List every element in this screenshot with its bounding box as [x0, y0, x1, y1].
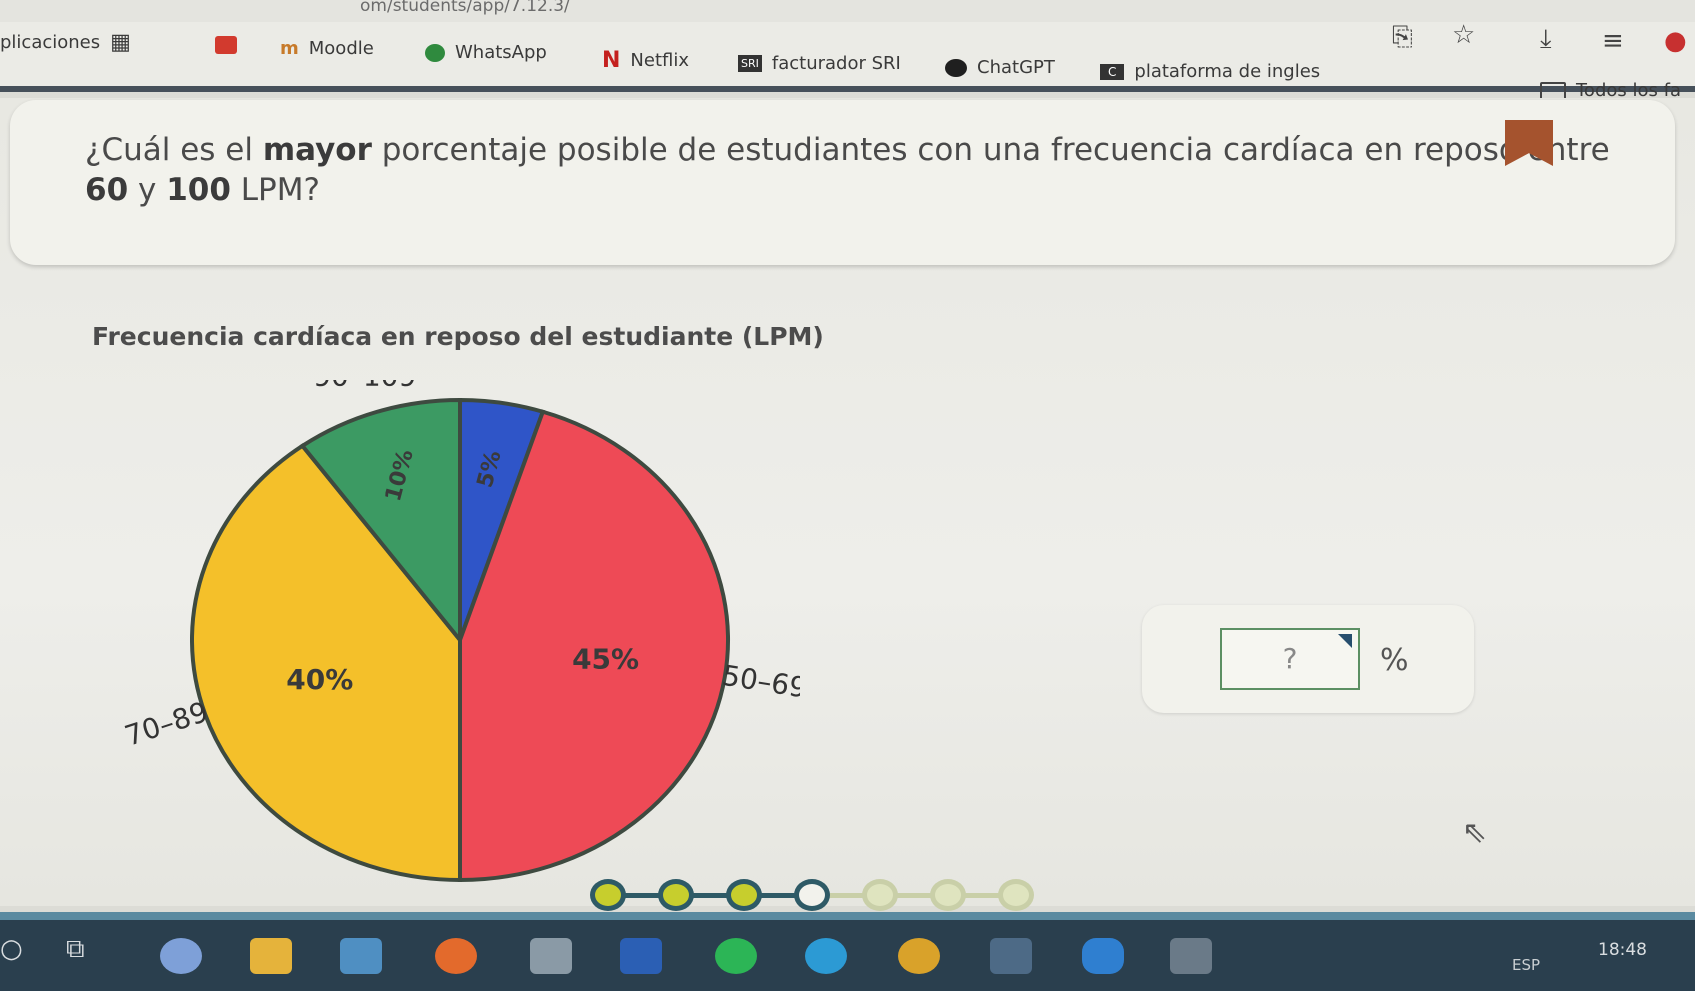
c-icon: C: [1100, 63, 1125, 80]
pie-chart: 5%30–4945%50–6940%70–8910%90–109: [121, 380, 800, 883]
star-icon[interactable]: ☆: [1452, 22, 1475, 48]
copilot-icon[interactable]: [160, 938, 202, 974]
word-icon[interactable]: [620, 938, 662, 974]
netflix-icon: N: [602, 48, 621, 73]
moodle-icon: m: [280, 38, 299, 59]
profile-icon[interactable]: ●: [1664, 28, 1687, 54]
folder-icon: [1540, 81, 1566, 100]
bookmark-netflix[interactable]: N Netflix: [602, 48, 689, 73]
mail-icon[interactable]: [340, 938, 382, 974]
file-explorer-icon[interactable]: [250, 938, 292, 974]
store-icon[interactable]: [990, 938, 1032, 974]
bookmark-apps[interactable]: plicaciones ▦: [0, 30, 131, 55]
bookmark-whatsapp[interactable]: WhatsApp: [425, 42, 547, 63]
calculator-icon[interactable]: [530, 938, 572, 974]
bookmark-moodle[interactable]: m Moodle: [280, 38, 374, 59]
bookmark-sri[interactable]: SRI facturador SRI: [738, 53, 901, 74]
question-card: ¿Cuál es el mayor porcentaje posible de …: [10, 100, 1675, 265]
pie-category-label-0: 30–49: [466, 380, 551, 382]
chatgpt-icon: [945, 58, 967, 77]
address-bar[interactable]: om/students/app/7.12.3/: [0, 0, 1695, 22]
chrome-icon[interactable]: [898, 938, 940, 974]
answer-card: ? %: [1142, 605, 1474, 713]
zoom-icon[interactable]: [1082, 938, 1124, 974]
url-text: om/students/app/7.12.3/: [360, 0, 570, 16]
mouse-cursor-icon: ⇖: [1462, 815, 1488, 850]
progress-step-3[interactable]: [726, 879, 762, 911]
progress-step-2[interactable]: [658, 879, 694, 911]
bookmarks-bar: plicaciones ▦ m Moodle WhatsApp N Netfli…: [0, 22, 1695, 101]
pie-category-label-1: 50–69: [720, 659, 800, 705]
apps-icon: ▦: [110, 30, 131, 55]
youtube-icon: [215, 36, 237, 54]
progress-step-1[interactable]: [590, 879, 626, 911]
bookmark-youtube[interactable]: [215, 36, 237, 54]
firefox-icon[interactable]: [435, 938, 477, 974]
question-text: ¿Cuál es el mayor porcentaje posible de …: [85, 132, 1610, 208]
progress-step-5[interactable]: [862, 879, 898, 911]
dropdown-corner-icon: [1338, 634, 1352, 648]
pie-value-label-1: 45%: [572, 643, 639, 676]
chart-title: Frecuencia cardíaca en reposo del estudi…: [92, 322, 824, 351]
translate-icon[interactable]: ⎘: [1392, 24, 1413, 50]
progress-step-6[interactable]: [930, 879, 966, 911]
sri-icon: SRI: [738, 55, 762, 72]
download-icon[interactable]: ⤓: [1540, 26, 1552, 52]
pie-category-label-2: 70–89: [121, 695, 212, 753]
task-view-icon[interactable]: ⧉: [66, 936, 85, 962]
clock[interactable]: 18:48: [1598, 940, 1647, 960]
percent-unit: %: [1380, 643, 1409, 678]
answer-input[interactable]: ?: [1220, 628, 1360, 690]
spotify-icon[interactable]: [715, 938, 757, 974]
bookmark-chatgpt[interactable]: ChatGPT: [945, 57, 1055, 78]
taskbar: ○ ⧉ ESP 18:48: [0, 912, 1695, 991]
progress-step-7[interactable]: [998, 879, 1034, 911]
bookmark-plataforma-ingles[interactable]: C plataforma de ingles: [1100, 61, 1320, 82]
progress-track: [590, 875, 1060, 915]
whatsapp-icon: [425, 43, 445, 62]
reading-list-icon[interactable]: ≡: [1602, 28, 1624, 54]
camera-icon[interactable]: [1170, 938, 1212, 974]
language-indicator[interactable]: ESP: [1512, 956, 1540, 974]
pie-category-label-3: 90–109: [313, 380, 416, 393]
edge-icon[interactable]: [805, 938, 847, 974]
progress-step-4[interactable]: [794, 879, 830, 911]
pie-value-label-2: 40%: [286, 663, 353, 696]
search-icon[interactable]: ○: [0, 936, 23, 962]
